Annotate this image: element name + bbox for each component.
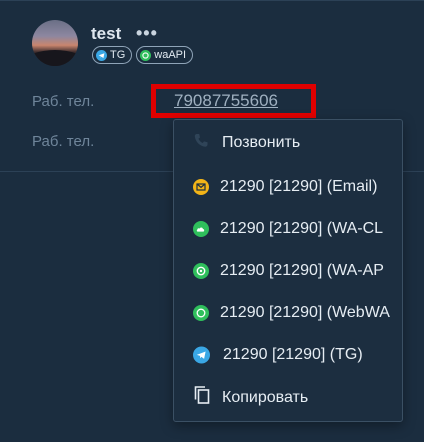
menu-item-wa-api[interactable]: 21290 [21290] (WA-AP [174, 251, 402, 291]
badge-waapi-label: waAPI [154, 49, 187, 61]
menu-item-copy-label: Копировать [222, 389, 309, 406]
work-phone-label-2: Раб. тел. [32, 133, 95, 150]
avatar[interactable] [32, 20, 78, 66]
channel-badges: TG waAPI [92, 46, 194, 64]
whatsapp-web-icon [193, 305, 209, 321]
badge-tg[interactable]: TG [92, 46, 133, 64]
email-icon [193, 179, 209, 195]
whatsapp-cloud-icon [193, 221, 209, 237]
contact-name[interactable]: test [91, 24, 121, 44]
menu-item-webwa-label: 21290 [21290] (WebWA [220, 304, 390, 321]
badge-waapi[interactable]: waAPI [136, 46, 194, 64]
work-phone-label: Раб. тел. [32, 93, 95, 110]
menu-item-call[interactable]: Позвонить [174, 123, 402, 163]
menu-item-tg-label: 21290 [21290] (TG) [223, 346, 363, 363]
menu-item-wa-cloud[interactable]: 21290 [21290] (WA-CL [174, 209, 402, 249]
telegram-icon [193, 346, 210, 364]
menu-item-copy[interactable]: Копировать [174, 378, 402, 418]
menu-item-wa-cloud-label: 21290 [21290] (WA-CL [220, 220, 384, 237]
telegram-icon [96, 49, 107, 61]
menu-item-tg[interactable]: 21290 [21290] (TG) [174, 335, 402, 375]
menu-item-webwa[interactable]: 21290 [21290] (WebWA [174, 293, 402, 333]
whatsapp-api-icon [193, 263, 209, 279]
top-divider [0, 0, 424, 1]
phone-context-menu: Позвонить 21290 [21290] (Email) 21290 [2… [173, 119, 403, 422]
badge-tg-label: TG [110, 49, 126, 61]
menu-item-email-label: 21290 [21290] (Email) [220, 178, 378, 195]
whatsapp-icon [140, 49, 152, 61]
highlight-box [151, 84, 316, 118]
more-icon[interactable]: ••• [136, 24, 158, 42]
copy-icon [193, 386, 211, 411]
menu-item-wa-api-label: 21290 [21290] (WA-AP [220, 262, 384, 279]
phone-icon [193, 133, 209, 154]
menu-item-email[interactable]: 21290 [21290] (Email) [174, 167, 402, 207]
menu-item-call-label: Позвонить [222, 134, 301, 151]
